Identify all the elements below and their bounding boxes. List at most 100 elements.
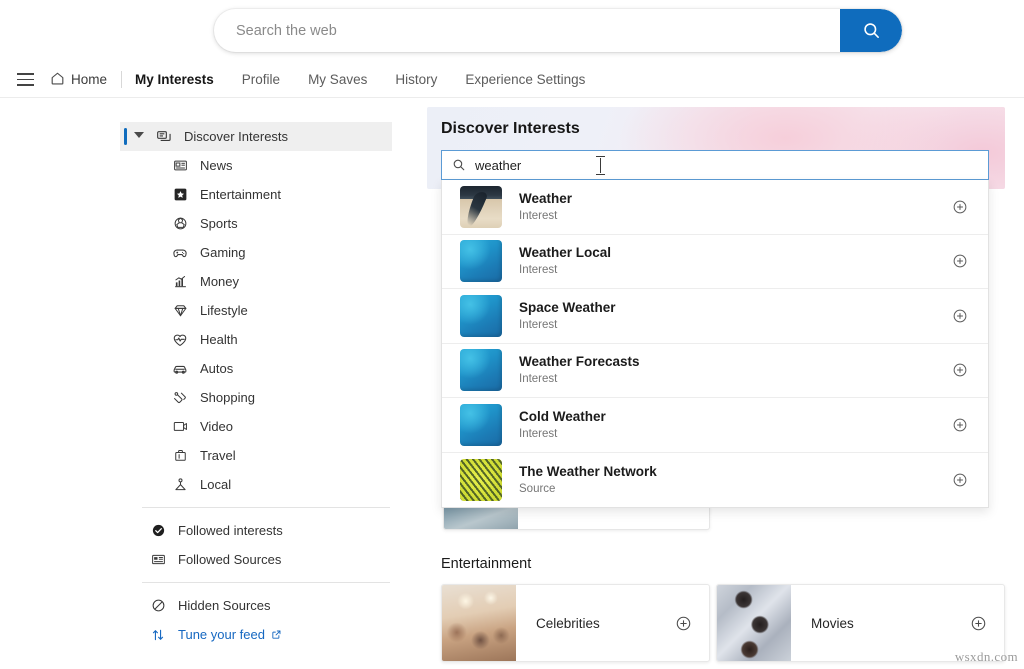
chart-icon: [170, 272, 190, 292]
sidebar-item-label: Sports: [200, 216, 238, 231]
search-icon: [452, 158, 466, 172]
result-thumbnail: [460, 403, 502, 446]
sidebar-item-lifestyle[interactable]: Lifestyle: [120, 296, 392, 325]
result-text: The Weather Network Source: [519, 463, 932, 497]
nav-item-my-interests[interactable]: My Interests: [135, 72, 214, 87]
sidebar-item-label: Money: [200, 274, 240, 289]
plus-circle-icon: [952, 253, 968, 269]
web-search-submit-button[interactable]: [840, 9, 902, 52]
occluded-interest-card[interactable]: [443, 505, 710, 530]
celebrities-thumbnail: [442, 585, 516, 661]
result-name: The Weather Network: [519, 463, 657, 479]
nav-item-experience-settings[interactable]: Experience Settings: [465, 72, 585, 87]
gem-icon: [170, 301, 190, 321]
hamburger-icon[interactable]: [10, 67, 40, 93]
sidebar-item-entertainment[interactable]: Entertainment: [120, 180, 392, 209]
result-name: Cold Weather: [519, 408, 606, 424]
result-thumbnail: [460, 458, 502, 501]
result-name: Weather Forecasts: [519, 354, 640, 370]
external-link-icon: [271, 629, 282, 640]
top-search-bar: [0, 0, 1024, 62]
car-icon: [170, 359, 190, 379]
add-celebrities-button[interactable]: [657, 615, 709, 632]
add-result-button[interactable]: [932, 253, 988, 269]
search-icon: [862, 21, 881, 40]
sidebar-item-shopping[interactable]: Shopping: [120, 383, 392, 412]
web-search-input[interactable]: [214, 9, 840, 52]
sidebar-item-hidden-sources[interactable]: Hidden Sources: [120, 591, 392, 620]
result-thumbnail: [460, 240, 502, 283]
result-name: Weather: [519, 190, 573, 206]
search-result-row[interactable]: Weather Forecasts Interest: [442, 344, 988, 398]
nav-item-history[interactable]: History: [395, 72, 437, 87]
sidebar-item-label: Shopping: [200, 390, 255, 405]
result-type: Interest: [519, 318, 558, 331]
result-text: Weather Forecasts Interest: [519, 353, 932, 387]
plus-circle-icon: [952, 362, 968, 378]
discover-search-input[interactable]: [475, 157, 988, 173]
result-thumbnail: [460, 349, 502, 392]
plus-circle-icon: [952, 199, 968, 215]
sidebar-item-travel[interactable]: Travel: [120, 441, 392, 470]
sidebar-item-tune-your-feed[interactable]: Tune your feed: [120, 620, 392, 649]
sidebar-item-autos[interactable]: Autos: [120, 354, 392, 383]
section-heading-entertainment: Entertainment: [441, 556, 532, 572]
card-title: Celebrities: [536, 615, 600, 631]
tag-icon: [170, 388, 190, 408]
result-text: Weather Local Interest: [519, 244, 932, 278]
sidebar-item-label: Travel: [200, 448, 236, 463]
sidebar-item-news[interactable]: News: [120, 151, 392, 180]
sidebar-item-discover-interests[interactable]: Discover Interests: [120, 122, 392, 151]
sidebar-item-money[interactable]: Money: [120, 267, 392, 296]
result-text: Space Weather Interest: [519, 299, 932, 333]
add-result-button[interactable]: [932, 199, 988, 215]
sidebar-item-followed-interests[interactable]: Followed interests: [120, 516, 392, 545]
add-result-button[interactable]: [932, 417, 988, 433]
video-icon: [170, 417, 190, 437]
home-icon: [50, 71, 65, 89]
sidebar-item-sports[interactable]: Sports: [120, 209, 392, 238]
sidebar-item-label: Discover Interests: [184, 129, 289, 144]
web-search-box[interactable]: [214, 9, 902, 52]
add-result-button[interactable]: [932, 308, 988, 324]
add-movies-button[interactable]: [952, 615, 1004, 632]
search-result-row[interactable]: The Weather Network Source: [442, 453, 988, 508]
sidebar-item-label: Hidden Sources: [178, 598, 271, 613]
watermark: wsxdn.com: [954, 649, 1018, 664]
search-result-row[interactable]: Cold Weather Interest: [442, 398, 988, 453]
result-name: Space Weather: [519, 299, 616, 315]
nav-divider: [121, 71, 123, 88]
plus-circle-icon: [952, 472, 968, 488]
result-thumbnail: [460, 185, 502, 228]
plus-circle-icon: [952, 308, 968, 324]
search-result-row[interactable]: Space Weather Interest: [442, 289, 988, 344]
sources-icon: [148, 550, 168, 570]
sidebar-item-followed-sources[interactable]: Followed Sources: [120, 545, 392, 574]
discover-interests-title: Discover Interests: [441, 120, 580, 137]
plus-circle-icon: [675, 615, 692, 632]
interest-card-celebrities[interactable]: Celebrities: [441, 584, 710, 662]
sidebar-item-local[interactable]: Local: [120, 470, 392, 499]
sidebar-item-label: Health: [200, 332, 238, 347]
sidebar-item-label: Entertainment: [200, 187, 281, 202]
sidebar-item-health[interactable]: Health: [120, 325, 392, 354]
search-result-row[interactable]: Weather Local Interest: [442, 235, 988, 289]
plus-circle-icon: [970, 615, 987, 632]
card-thumbnail: [444, 505, 518, 529]
nav-item-profile[interactable]: Profile: [242, 72, 280, 87]
add-result-button[interactable]: [932, 472, 988, 488]
search-result-row[interactable]: Weather Interest: [442, 180, 988, 235]
plus-circle-icon: [952, 417, 968, 433]
chevron-down-icon[interactable]: [134, 132, 144, 138]
result-type: Interest: [519, 427, 558, 440]
location-pin-icon: [170, 475, 190, 495]
add-result-button[interactable]: [932, 362, 988, 378]
result-type: Interest: [519, 264, 558, 277]
sidebar-item-label: Gaming: [200, 245, 246, 260]
sidebar-item-gaming[interactable]: Gaming: [120, 238, 392, 267]
nav-item-home[interactable]: Home: [50, 71, 107, 89]
discover-search-results-dropdown[interactable]: Weather Interest Weather Local Interest: [441, 180, 989, 508]
sidebar-item-video[interactable]: Video: [120, 412, 392, 441]
nav-item-my-saves[interactable]: My Saves: [308, 72, 367, 87]
discover-search-box[interactable]: [441, 150, 989, 180]
